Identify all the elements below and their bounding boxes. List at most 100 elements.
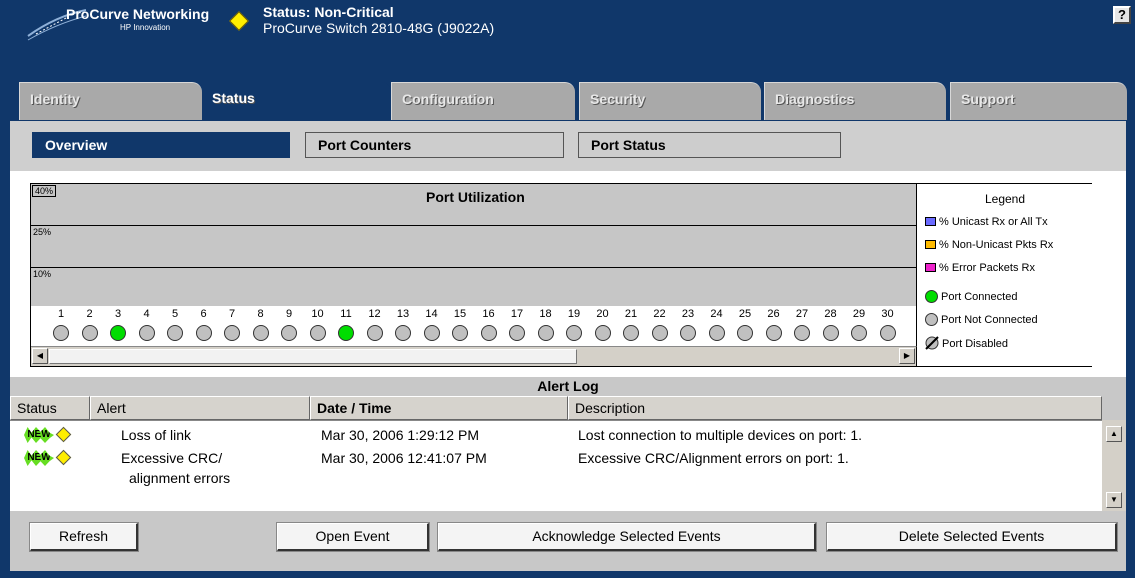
tab-configuration[interactable]: Configuration (391, 82, 575, 120)
port-not-connected-icon (167, 325, 183, 341)
alert-row[interactable]: NEW Loss of link Mar 30, 2006 1:29:12 PM… (10, 426, 1102, 447)
utilization-bands: 40% Port Utilization 25% 10% (31, 184, 917, 306)
tab-support[interactable]: Support (950, 82, 1127, 120)
port-not-connected-icon (851, 325, 867, 341)
port-number: 29 (852, 308, 866, 320)
scroll-down-icon[interactable]: ▼ (1106, 492, 1122, 508)
port-27[interactable]: 27 (788, 308, 816, 341)
tab-security[interactable]: Security (579, 82, 761, 120)
subtab-port-counters[interactable]: Port Counters (305, 132, 564, 158)
port-16[interactable]: 16 (475, 308, 503, 341)
open-event-button[interactable]: Open Event (276, 522, 430, 552)
acknowledge-events-button[interactable]: Acknowledge Selected Events (437, 522, 817, 552)
col-description[interactable]: Description (568, 396, 1102, 420)
legend-item-errors: % Error Packets Rx (925, 262, 1035, 274)
col-date-time[interactable]: Date / Time (310, 396, 568, 420)
port-19[interactable]: 19 (560, 308, 588, 341)
port-26[interactable]: 26 (760, 308, 788, 341)
port-number: 28 (824, 308, 837, 320)
band-label-40: 40% (32, 185, 57, 197)
port-10[interactable]: 10 (304, 308, 332, 341)
port-7[interactable]: 7 (218, 308, 246, 341)
vertical-scrollbar[interactable]: ▲ ▼ (1102, 420, 1126, 511)
port-not-connected-icon (651, 325, 668, 341)
band-label-25: 25% (33, 227, 52, 237)
port-12[interactable]: 12 (361, 308, 389, 341)
port-not-connected-icon (309, 325, 326, 341)
port-24[interactable]: 24 (703, 308, 731, 341)
port-not-connected-icon (423, 325, 440, 341)
band-divider (31, 267, 917, 268)
scroll-left-icon[interactable]: ◀ (32, 348, 48, 364)
port-1[interactable]: 1 (47, 308, 75, 341)
band-divider (31, 225, 917, 226)
port-20[interactable]: 20 (589, 308, 617, 341)
port-number: 9 (285, 308, 293, 320)
port-6[interactable]: 6 (190, 308, 218, 341)
port-17[interactable]: 17 (503, 308, 531, 341)
horizontal-scrollbar[interactable]: ◀ ▶ (31, 346, 917, 366)
subtab-port-status[interactable]: Port Status (578, 132, 841, 158)
port-not-connected-icon (224, 325, 240, 341)
port-number: 11 (340, 308, 352, 320)
port-not-connected-icon (680, 325, 696, 341)
port-not-connected-icon (594, 325, 611, 341)
alert-log-title: Alert Log (537, 378, 599, 394)
port-5[interactable]: 5 (161, 308, 189, 341)
tab-diagnostics[interactable]: Diagnostics (764, 82, 946, 120)
port-13[interactable]: 13 (389, 308, 417, 341)
port-number: 25 (738, 308, 752, 320)
legend-label: Port Connected (941, 291, 1018, 303)
col-status[interactable]: Status (10, 396, 90, 420)
port-not-connected-icon (623, 325, 639, 341)
port-number: 15 (453, 308, 467, 320)
port-29[interactable]: 29 (845, 308, 873, 341)
tab-label: Diagnostics (775, 91, 855, 107)
port-18[interactable]: 18 (532, 308, 560, 341)
scrollbar-thumb[interactable] (49, 349, 577, 364)
port-disabled-icon (925, 336, 939, 350)
alert-row[interactable]: NEW Excessive CRC/ alignment errors Mar … (10, 449, 1102, 490)
alert-log-panel: Alert Log Status Alert Date / Time Descr… (10, 377, 1126, 571)
tab-identity[interactable]: Identity (19, 82, 202, 120)
port-11[interactable]: 11 (332, 308, 360, 341)
port-15[interactable]: 15 (446, 308, 474, 341)
new-badge-icon: NEW (24, 427, 54, 443)
help-button[interactable]: ? (1113, 6, 1131, 24)
tab-label: Configuration (402, 91, 494, 107)
port-number: 26 (767, 308, 780, 320)
scroll-right-icon[interactable]: ▶ (899, 348, 915, 364)
port-23[interactable]: 23 (674, 308, 702, 341)
port-28[interactable]: 28 (817, 308, 845, 341)
port-4[interactable]: 4 (133, 308, 161, 341)
scroll-up-icon[interactable]: ▲ (1106, 426, 1122, 442)
port-21[interactable]: 21 (617, 308, 645, 341)
port-30[interactable]: 30 (874, 308, 902, 341)
port-number: 17 (510, 308, 524, 320)
refresh-button[interactable]: Refresh (29, 522, 139, 552)
port-not-connected-icon (794, 325, 810, 341)
device-name: ProCurve Switch 2810-48G (J9022A) (263, 20, 495, 36)
tab-status[interactable]: Status (202, 82, 391, 122)
new-badge-icon: NEW (24, 450, 54, 466)
delete-events-button[interactable]: Delete Selected Events (826, 522, 1118, 552)
legend-label: Port Not Connected (941, 314, 1038, 326)
port-3[interactable]: 3 (104, 308, 132, 341)
port-number: 12 (368, 308, 381, 320)
port-14[interactable]: 14 (418, 308, 446, 341)
port-2[interactable]: 2 (76, 308, 104, 341)
port-8[interactable]: 8 (247, 308, 275, 341)
port-number: 3 (114, 308, 122, 320)
port-25[interactable]: 25 (731, 308, 759, 341)
col-alert[interactable]: Alert (90, 396, 310, 420)
port-22[interactable]: 22 (646, 308, 674, 341)
port-9[interactable]: 9 (275, 308, 303, 341)
utilization-chart: 40% Port Utilization 25% 10% 1 2 3 4 5 6 7 8 9 10… (30, 183, 1092, 367)
legend: Legend % Unicast Rx or All Tx % Non-Unic… (918, 184, 1092, 366)
legend-label: % Error Packets Rx (939, 262, 1035, 274)
warning-diamond-icon (55, 449, 72, 466)
port-number: 13 (396, 308, 410, 320)
subtab-overview[interactable]: Overview (32, 132, 290, 158)
errors-swatch (925, 263, 936, 272)
tab-label: Identity (30, 91, 80, 107)
